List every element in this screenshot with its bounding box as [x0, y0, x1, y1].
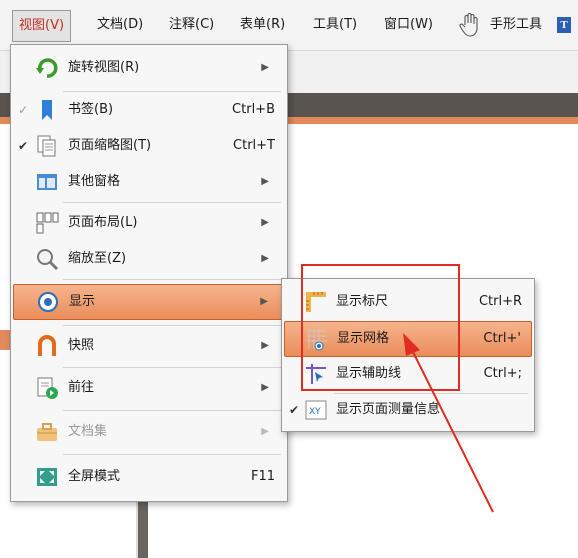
annotation-arrow-icon	[403, 333, 494, 513]
